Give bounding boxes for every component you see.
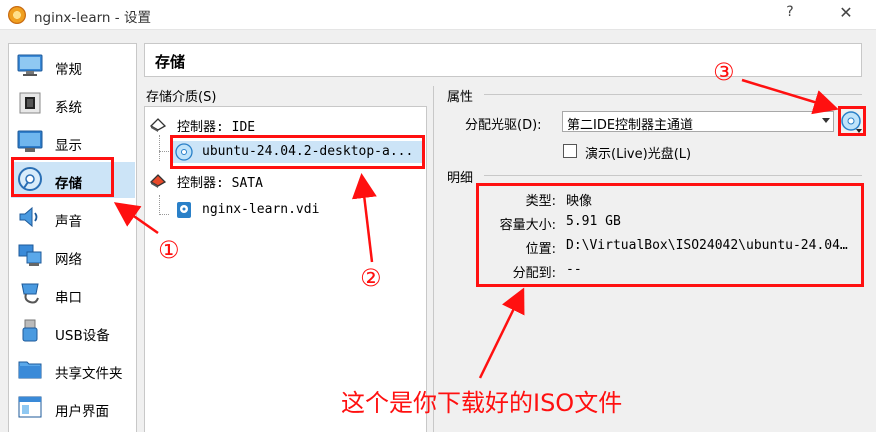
tree-connector <box>159 135 160 161</box>
tree-controller-ide[interactable]: 控制器: IDE <box>149 113 419 135</box>
hard-disk-icon <box>177 202 191 218</box>
sata-controller-icon <box>149 174 167 188</box>
sidebar-item-serial-port[interactable]: 串口 <box>11 276 135 312</box>
shared-folder-icon <box>18 361 42 379</box>
user-interface-icon <box>18 396 42 418</box>
display-icon <box>17 130 43 152</box>
tree-connector <box>159 214 169 215</box>
window-title: nginx-learn - 设置 <box>34 10 151 26</box>
page-title: 存储 <box>155 53 186 71</box>
monitor-icon <box>17 54 43 76</box>
serial-port-icon <box>21 283 39 304</box>
sidebar-item-label: 共享文件夹 <box>55 366 123 382</box>
annotation-box-storage <box>11 157 114 197</box>
sidebar-item-general[interactable]: 常规 <box>11 48 135 84</box>
close-button[interactable]: ✕ <box>836 3 856 23</box>
panel-splitter[interactable] <box>433 86 434 432</box>
chevron-down-icon <box>822 118 830 123</box>
tree-label: 控制器: SATA <box>177 176 263 191</box>
tree-label: 控制器: IDE <box>177 120 256 135</box>
sidebar-item-label: 常规 <box>55 62 82 78</box>
speaker-icon <box>19 206 38 228</box>
optical-drive-select[interactable]: 第二IDE控制器主通道 <box>562 111 834 133</box>
virtualbox-app-icon <box>8 6 26 24</box>
tree-connector <box>159 151 169 152</box>
sidebar-item-label: USB设备 <box>55 328 110 344</box>
tree-item-vdi-disk[interactable]: nginx-learn.vdi <box>171 199 425 221</box>
storage-media-heading: 存储介质(S) <box>146 90 217 105</box>
ide-controller-icon <box>149 118 167 132</box>
annotation-box-disc-button <box>838 106 866 136</box>
help-button[interactable]: ? <box>780 4 800 24</box>
sidebar-item-label: 网络 <box>55 252 82 268</box>
details-heading: 明细 <box>447 171 474 186</box>
annotation-note: 这个是你下载好的ISO文件 <box>341 389 623 417</box>
sidebar-item-label: 串口 <box>55 290 82 306</box>
sidebar-item-network[interactable]: 网络 <box>11 238 135 274</box>
sidebar-item-label: 声音 <box>55 214 82 230</box>
page-header: 存储 <box>144 43 862 77</box>
settings-sidebar: 常规 系统 显示 存储 声音 网络 串口 USB设备 共享文件夹 用户界面 <box>8 43 137 432</box>
optical-drive-label: 分配光驱(D): <box>465 118 542 133</box>
annotation-box-iso <box>170 135 425 169</box>
sidebar-item-shared-folders[interactable]: 共享文件夹 <box>11 352 135 388</box>
tree-controller-sata[interactable]: 控制器: SATA <box>149 169 419 191</box>
divider <box>484 175 862 176</box>
sidebar-item-label: 用户界面 <box>55 404 109 420</box>
live-cd-label[interactable]: 演示(Live)光盘(L) <box>585 143 691 162</box>
usb-icon <box>22 319 38 342</box>
sidebar-item-user-interface[interactable]: 用户界面 <box>11 390 135 426</box>
annotation-marker-1: ① <box>158 236 180 264</box>
chip-icon <box>19 92 41 114</box>
sidebar-item-system[interactable]: 系统 <box>11 86 135 122</box>
attributes-heading: 属性 <box>447 90 474 105</box>
divider <box>484 94 862 95</box>
sidebar-item-audio[interactable]: 声音 <box>11 200 135 236</box>
title-bar: nginx-learn - 设置 ? ✕ <box>0 0 876 30</box>
optical-drive-value: 第二IDE控制器主通道 <box>567 118 694 133</box>
annotation-marker-3: ③ <box>713 58 735 86</box>
sidebar-item-usb[interactable]: USB设备 <box>11 314 135 350</box>
sidebar-item-display[interactable]: 显示 <box>11 124 135 160</box>
tree-connector <box>159 195 160 215</box>
sidebar-item-label: 显示 <box>55 138 82 154</box>
tree-label: nginx-learn.vdi <box>202 202 320 217</box>
annotation-marker-2: ② <box>360 264 382 292</box>
network-icon <box>18 244 42 266</box>
sidebar-item-label: 系统 <box>55 100 82 116</box>
live-cd-checkbox[interactable] <box>563 144 577 158</box>
annotation-box-details <box>476 183 864 287</box>
